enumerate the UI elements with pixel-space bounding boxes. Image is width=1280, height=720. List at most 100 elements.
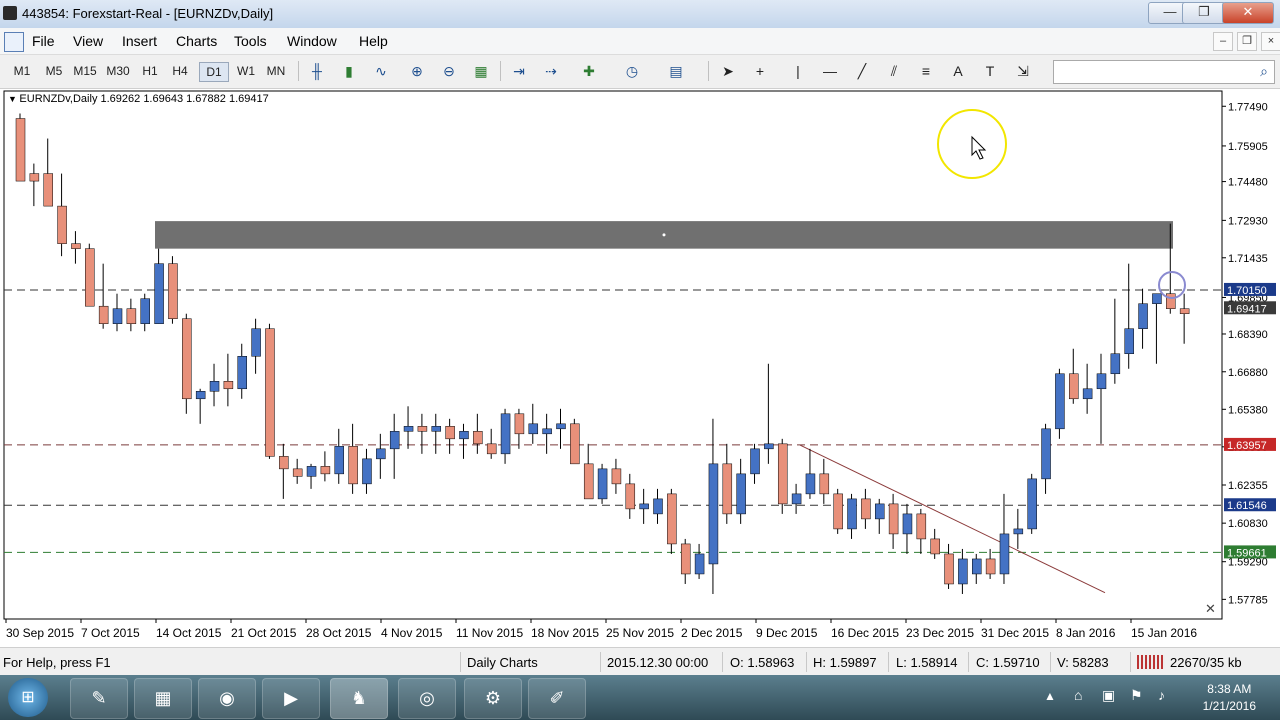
candle-body — [667, 493, 677, 545]
menu-insert[interactable]: Insert — [122, 33, 157, 49]
candle-body — [930, 538, 940, 555]
search-icon[interactable]: ⌕ — [1260, 63, 1268, 80]
menu-help[interactable]: Help — [359, 33, 388, 49]
horizontal-line-icon[interactable]: — — [819, 61, 841, 81]
tray-network-icon[interactable]: ⌂ — [1074, 687, 1082, 703]
mdi-restore-button[interactable]: ❐ — [1237, 32, 1257, 51]
timeframe-m5[interactable]: M5 — [40, 62, 68, 80]
candle-body — [999, 533, 1010, 575]
tray-volume-icon[interactable]: ♪ — [1158, 687, 1165, 703]
media-player-icon[interactable]: ▶ — [262, 678, 320, 719]
chart-shift-icon[interactable]: ⇥ — [508, 61, 530, 81]
paint-icon[interactable]: ✐ — [528, 678, 586, 719]
search-input[interactable]: ⌕ — [1053, 60, 1275, 84]
candle-body — [528, 423, 539, 435]
chart-window[interactable]: 1.77490 1.75905 1.74480 1.72930 1.71435 1.698… — [0, 89, 1280, 647]
status-separator — [460, 652, 461, 672]
arrows-icon[interactable]: ⇲ — [1012, 61, 1034, 81]
chart-scroll-icon[interactable]: ✕ — [1205, 602, 1216, 617]
candle-body — [112, 308, 123, 324]
timeframe-h1[interactable]: H1 — [136, 62, 164, 80]
x-tick-label: 11 Nov 2015 — [456, 626, 523, 640]
tray-device-icon[interactable]: ▣ — [1102, 687, 1115, 704]
candle-body — [334, 446, 345, 475]
tile-windows-icon[interactable]: ▦ — [470, 61, 492, 81]
status-separator — [1130, 652, 1131, 672]
candle-body — [265, 328, 275, 457]
candle-body — [819, 473, 830, 495]
firefox-icon[interactable]: ◉ — [198, 678, 256, 719]
candle-body — [292, 468, 303, 477]
candle-body — [182, 318, 192, 400]
x-tick-label: 14 Oct 2015 — [156, 626, 222, 640]
timeframe-m30[interactable]: M30 — [104, 62, 132, 80]
candlestick-icon[interactable]: ▮ — [338, 61, 360, 81]
autoscroll-icon[interactable]: ⇢ — [540, 61, 562, 81]
candle-body — [1055, 373, 1065, 430]
zoom-in-icon[interactable]: ⊕ — [406, 61, 428, 81]
y-tick-label: 1.71435 — [1228, 253, 1268, 265]
menu-charts[interactable]: Charts — [176, 33, 217, 49]
candle-body — [85, 248, 95, 307]
cursor-icon[interactable]: ➤ — [717, 61, 739, 81]
maximize-button[interactable]: ❐ — [1182, 2, 1226, 24]
timeframe-m15[interactable]: M15 — [71, 62, 99, 80]
periods-clock-icon[interactable]: ◷ — [621, 61, 643, 81]
candle-body — [445, 426, 455, 440]
zoom-out-icon[interactable]: ⊖ — [438, 61, 460, 81]
connection-status-icon[interactable] — [1137, 655, 1165, 669]
candle-body — [708, 463, 719, 565]
indicators-icon[interactable]: ✚ — [578, 61, 600, 81]
tray-flag-icon[interactable]: ⚑ — [1130, 687, 1143, 704]
line-chart-icon[interactable]: ∿ — [370, 61, 392, 81]
text-icon[interactable]: A — [947, 61, 969, 81]
timeframe-mn[interactable]: MN — [262, 62, 290, 80]
x-tick-label: 31 Dec 2015 — [981, 626, 1049, 640]
status-volume: V: 58283 — [1057, 655, 1109, 670]
candle-body — [1041, 428, 1051, 480]
text-label-icon[interactable]: T — [979, 61, 1001, 81]
candle-body — [694, 553, 705, 575]
mdi-close-button[interactable]: × — [1261, 32, 1280, 51]
document-icon[interactable] — [4, 32, 24, 52]
browser-icon[interactable]: ◎ — [398, 678, 456, 719]
crosshair-icon[interactable]: + — [749, 61, 771, 81]
zone-center-point[interactable] — [662, 233, 666, 237]
menu-tools[interactable]: Tools — [234, 33, 267, 49]
start-button[interactable]: ⊞ — [8, 678, 48, 717]
candle-body — [736, 473, 746, 515]
trendline-icon[interactable]: ╱ — [851, 61, 873, 81]
x-tick-label: 2 Dec 2015 — [681, 626, 743, 640]
menu-window[interactable]: Window — [287, 33, 337, 49]
timeframe-h4[interactable]: H4 — [166, 62, 194, 80]
templates-icon[interactable]: ▤ — [665, 61, 687, 81]
metatrader-icon[interactable]: ♞ — [330, 678, 388, 719]
timeframe-w1[interactable]: W1 — [232, 62, 260, 80]
candle-body — [126, 308, 137, 324]
close-button[interactable]: ✕ — [1222, 2, 1274, 24]
collapse-arrow-icon[interactable]: ▼ — [8, 94, 19, 104]
candle-body — [611, 468, 622, 485]
status-profile[interactable]: Daily Charts — [467, 655, 538, 670]
candle-body — [473, 431, 483, 445]
x-tick-label: 16 Dec 2015 — [831, 626, 899, 640]
notepad-icon[interactable]: ✎ — [70, 678, 128, 719]
candle-body — [403, 426, 414, 432]
mdi-minimize-button[interactable]: – — [1213, 32, 1233, 51]
fibonacci-icon[interactable]: ≡ — [915, 61, 937, 81]
channel-icon[interactable]: ⫽ — [883, 61, 905, 81]
menu-bar: File View Insert Charts Tools Window Hel… — [0, 28, 1280, 55]
system-clock[interactable]: 8:38 AM 1/21/2016 — [1203, 681, 1256, 715]
calculator-icon[interactable]: ▦ — [134, 678, 192, 719]
timeframe-d1[interactable]: D1 — [199, 62, 229, 82]
menu-view[interactable]: View — [73, 33, 103, 49]
vertical-line-icon[interactable]: | — [787, 61, 809, 81]
timeframe-m1[interactable]: M1 — [8, 62, 36, 80]
price-chart[interactable]: 1.774901.759051.744801.729301.714351.698… — [0, 89, 1280, 647]
tray-arrow-icon[interactable]: ▲ — [1044, 689, 1056, 703]
bar-chart-icon[interactable]: ╫ — [306, 61, 328, 81]
price-label-text: 1.63957 — [1227, 440, 1267, 452]
candle-body — [874, 503, 885, 520]
settings-gear-icon[interactable]: ⚙ — [464, 678, 522, 719]
menu-file[interactable]: File — [32, 33, 55, 49]
